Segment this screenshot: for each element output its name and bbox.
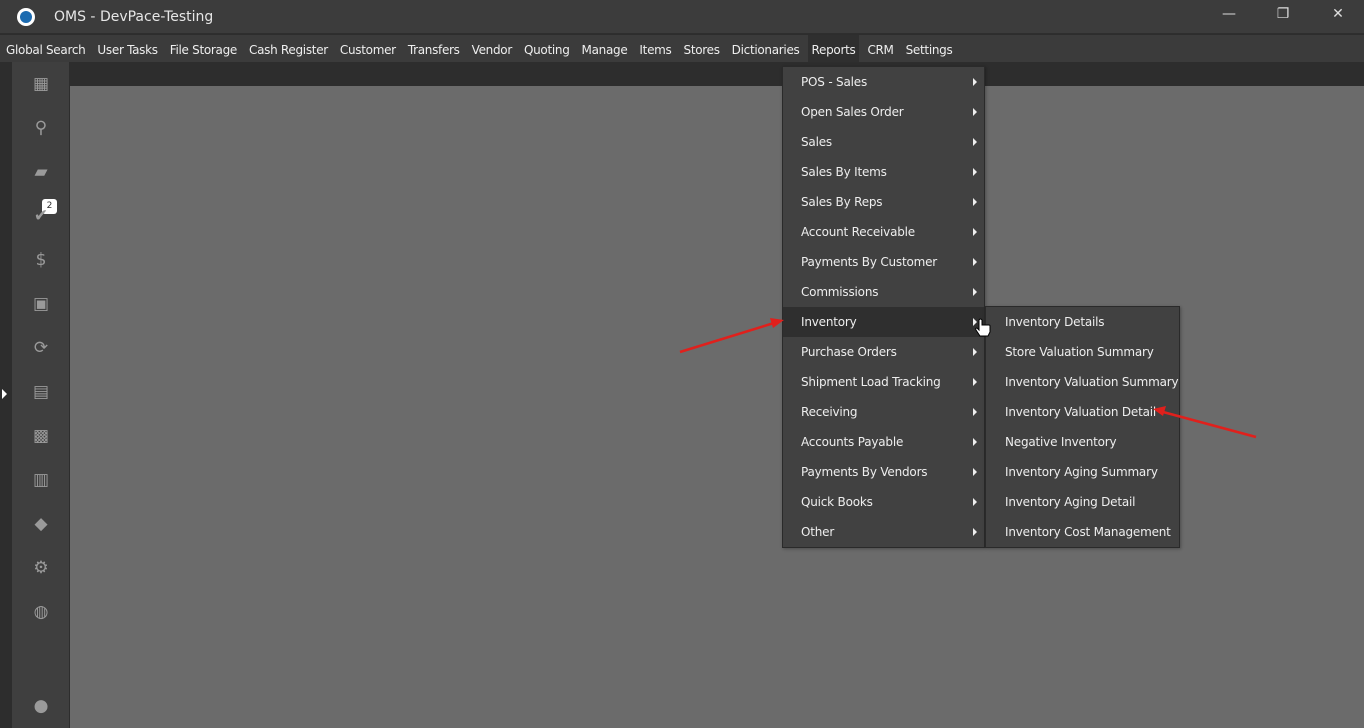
annotation-arrows [679,318,1257,439]
hand-cursor-icon [975,318,991,337]
arrow-to-valuation-detail [1153,406,1257,439]
arrow-to-inventory [679,318,784,354]
